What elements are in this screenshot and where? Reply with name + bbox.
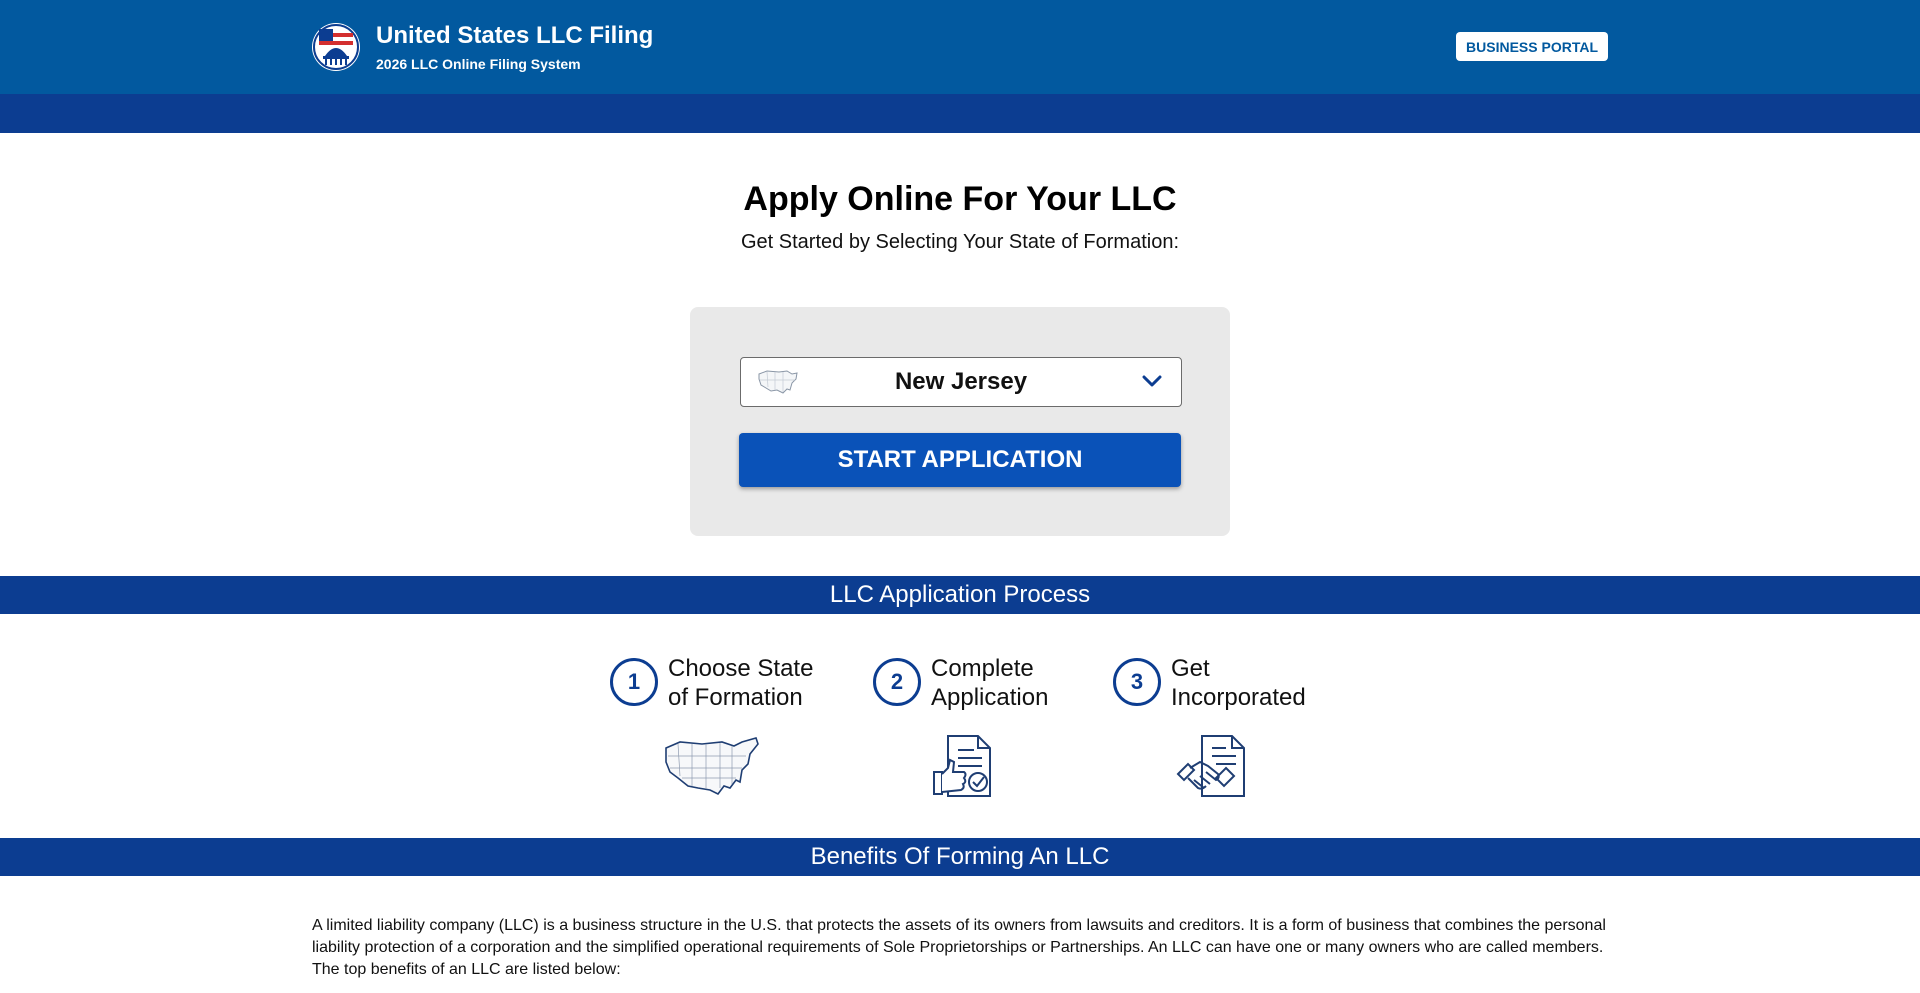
process-step-1: 1 Choose State of Formation	[610, 654, 813, 712]
step-number: 2	[873, 658, 921, 706]
process-heading: LLC Application Process	[0, 576, 1920, 614]
page-title: Apply Online For Your LLC	[743, 180, 1177, 218]
step-title-line1: Complete	[931, 655, 1034, 682]
header-subbar	[0, 94, 1920, 133]
hero-lead: Get Started by Selecting Your State of F…	[740, 231, 1180, 253]
step-title: Get Incorporated	[1171, 654, 1306, 712]
brand[interactable]: United States LLC Filing 2026 LLC Online…	[312, 22, 653, 72]
step-title-line2: of Formation	[668, 684, 803, 711]
benefits-paragraph: A limited liability company (LLC) is a b…	[312, 917, 1606, 978]
process-step-3: 3 Get Incorporated	[1113, 654, 1306, 712]
start-application-button[interactable]: START APPLICATION	[739, 433, 1181, 487]
brand-text: United States LLC Filing 2026 LLC Online…	[376, 22, 653, 72]
hero-section: Apply Online For Your LLC Get Started by…	[0, 133, 1920, 254]
capitol-flag-logo-icon	[312, 23, 360, 71]
state-selection-panel: New Jersey START APPLICATION	[690, 307, 1230, 536]
step-title-line1: Choose State	[668, 655, 814, 682]
benefits-heading: Benefits Of Forming An LLC	[0, 838, 1920, 876]
step-title: Complete Application	[931, 654, 1048, 712]
state-select-value: New Jersey	[894, 368, 1028, 395]
brand-subtitle: 2026 LLC Online Filing System	[376, 56, 581, 72]
step-number: 1	[610, 658, 658, 706]
usa-map-icon	[665, 737, 759, 796]
brand-title: United States LLC Filing	[376, 22, 654, 49]
step-title: Choose State of Formation	[668, 654, 813, 712]
chevron-down-icon	[1142, 375, 1162, 387]
step-title-line2: Incorporated	[1171, 684, 1306, 711]
step-title-line2: Application	[931, 684, 1049, 711]
business-portal-button[interactable]: BUSINESS PORTAL	[1456, 32, 1608, 61]
handshake-document-icon	[1176, 735, 1245, 797]
site-header: United States LLC Filing 2026 LLC Online…	[0, 0, 1920, 94]
state-select[interactable]: New Jersey	[740, 357, 1182, 407]
usa-map-icon	[758, 370, 798, 394]
process-step-2: 2 Complete Application	[873, 654, 1048, 712]
document-thumbs-up-icon	[933, 735, 991, 797]
step-title-line1: Get	[1171, 655, 1210, 682]
step-number: 3	[1113, 658, 1161, 706]
